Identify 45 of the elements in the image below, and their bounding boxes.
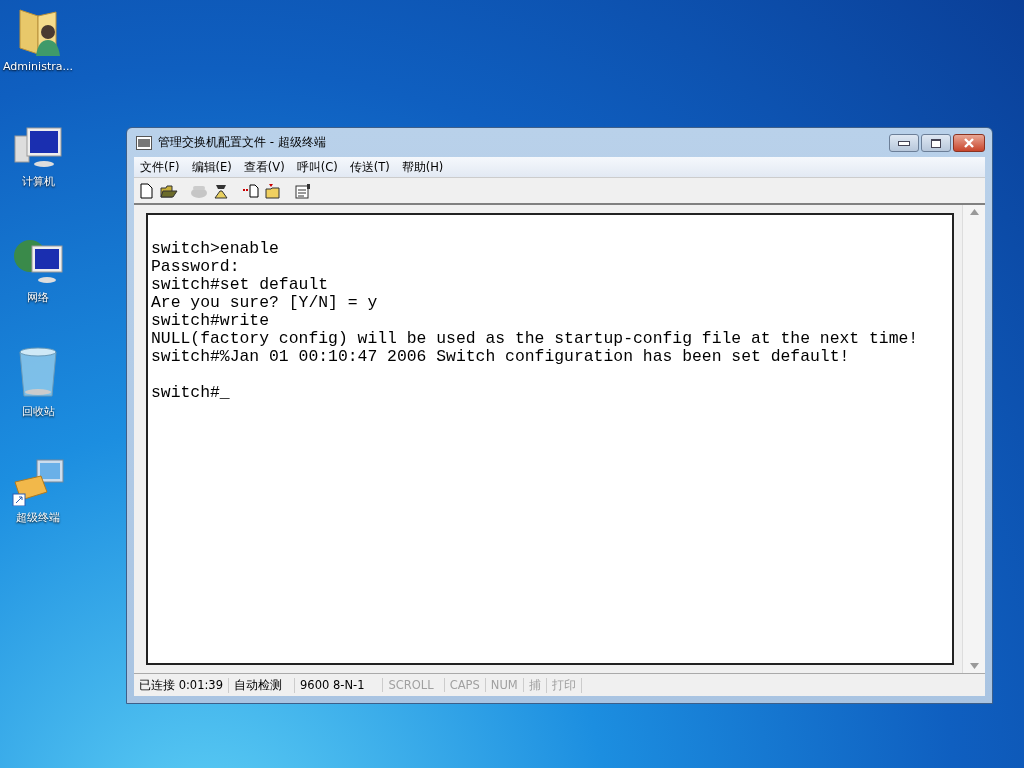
user-folder-icon[interactable] <box>16 6 60 56</box>
menu-item[interactable]: 传送(T) <box>349 159 390 175</box>
open-folder-icon[interactable] <box>160 182 178 199</box>
scroll-up-icon[interactable] <box>969 209 979 215</box>
desktop-icon-label[interactable]: Administra... <box>3 60 73 73</box>
terminal-line: switch>enable <box>151 240 279 258</box>
menu-item[interactable]: 查看(V) <box>243 159 285 175</box>
menu-item[interactable]: 编辑(E) <box>191 159 232 175</box>
desktop-icon-label[interactable]: 回收站 <box>21 404 55 419</box>
properties-icon[interactable] <box>294 182 312 199</box>
terminal-line: switch#write <box>151 312 270 330</box>
terminal-line: switch#_ <box>151 384 230 402</box>
window-title: 管理交换机配置文件 - 超级终端 <box>158 134 326 151</box>
terminal-line: NULL(factory config) will be used as the startup-config file at the next time! <box>151 330 919 348</box>
status-field: 自动检测 <box>229 677 295 693</box>
status-field: CAPS <box>444 678 486 692</box>
status-field: NUM <box>485 678 524 692</box>
desktop-icon-label[interactable]: 计算机 <box>21 174 55 189</box>
app-icon <box>136 135 152 150</box>
scroll-down-icon[interactable] <box>969 663 979 669</box>
menu-item[interactable]: 呼叫(C) <box>296 159 338 175</box>
status-field: 打印 <box>546 677 582 693</box>
terminal-screen[interactable] <box>146 213 954 665</box>
recycle-bin-icon[interactable] <box>16 346 60 400</box>
computer-icon[interactable] <box>13 126 63 170</box>
status-field: 9600 8-N-1 <box>295 678 384 692</box>
terminal-line: Password: <box>151 258 240 276</box>
send-file-icon[interactable] <box>242 182 260 199</box>
status-field: 捕 <box>523 677 547 693</box>
menu-item[interactable]: 帮助(H) <box>401 159 444 175</box>
phone-terminal-icon[interactable] <box>11 456 65 506</box>
scrollbar[interactable] <box>962 205 985 673</box>
receive-file-icon[interactable] <box>264 182 282 199</box>
menu-item[interactable]: 文件(F) <box>140 159 180 175</box>
close-icon <box>963 138 975 148</box>
terminal-line: Are you sure? [Y/N] = y <box>151 294 378 312</box>
desktop-icon-label[interactable]: 网络 <box>27 290 49 305</box>
maximize-button[interactable] <box>921 134 951 152</box>
status-field: SCROLL <box>383 678 445 692</box>
terminal-line: switch#%Jan 01 00:10:47 2006 Switch configuration has been set default! <box>151 348 850 366</box>
terminal-line: switch#set default <box>151 276 329 294</box>
new-file-icon[interactable] <box>138 182 156 199</box>
minimize-button[interactable] <box>889 134 919 152</box>
status-field: 已连接 0:01:39 <box>134 677 229 693</box>
close-button[interactable] <box>953 134 985 152</box>
